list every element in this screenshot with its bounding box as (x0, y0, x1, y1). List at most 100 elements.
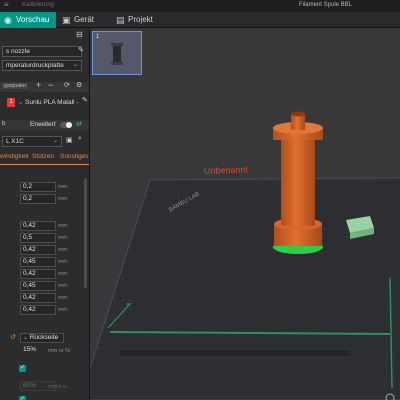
line-width-input[interactable]: 0,42 (20, 293, 56, 303)
plate-type-select[interactable]: mperaturdruckplatte ⌄ (2, 60, 82, 71)
edit-icon[interactable]: ✎ (82, 96, 88, 104)
unit-label: mm (58, 271, 68, 277)
sidebar-scrollbar[interactable] (84, 178, 87, 288)
window-title: Filament Spule BBL (298, 2, 352, 8)
line-width-value: 0,5 (23, 234, 33, 241)
infill-value: 15% (23, 346, 37, 353)
tab-speed[interactable]: windigkeit (0, 153, 29, 160)
unit-label: mm (58, 247, 68, 253)
advanced-toggle[interactable] (60, 122, 72, 128)
plate-title: Unbenannt (204, 164, 249, 176)
filament-slot-badge[interactable]: 1 (7, 98, 15, 107)
nozzle-select-value: s nozzle (6, 48, 30, 55)
settings-icon[interactable]: ⚙ (76, 81, 82, 89)
preview-icon: ◉ (4, 15, 12, 25)
calibration-hint: Kalibrierung (22, 2, 55, 8)
add-icon[interactable]: + (36, 80, 41, 90)
line-width-value: 0,42 (23, 246, 36, 253)
tab-device[interactable]: ▣ Gerät (58, 12, 104, 28)
title-bar: ≡ Kalibrierung Filament Spule BBL (0, 0, 400, 12)
filament-name[interactable]: Sunlu PLA Matall - (25, 99, 78, 111)
unit-label: mm (58, 184, 68, 190)
tab-project-label: Projekt (128, 15, 153, 24)
thumbnail-preview (111, 43, 123, 65)
filament-section-header: gsspulen + − ⟳ ⚙ (0, 80, 89, 92)
printer-process-value: L X1C (6, 138, 24, 145)
plate-thumbnail[interactable]: 1 (92, 31, 142, 75)
plate-scene: Unbenannt BAMBU LAB (90, 111, 400, 400)
line-width-value: 0,42 (23, 222, 36, 229)
line-width-value: 0,42 (23, 270, 36, 277)
thumbnail-spool-top (111, 43, 123, 46)
tab-preview-label: Vorschau (16, 15, 50, 24)
edit-icon[interactable]: ✎ (78, 46, 84, 54)
tab-preview[interactable]: ◉ Vorschau (0, 12, 56, 28)
speed-unit: mm/s o... (48, 384, 71, 390)
line-width-input[interactable]: 0,42 (20, 221, 56, 231)
spool-hole (291, 111, 305, 117)
thumbnail-spool (113, 44, 121, 64)
tab-others[interactable]: Sonstiges (60, 153, 89, 160)
spool-body[interactable] (281, 136, 315, 226)
unit-label: mm (58, 196, 68, 202)
app-window: ≡ Kalibrierung Filament Spule BBL ◉ Vors… (0, 0, 400, 400)
chevron-down-icon: ⌄ (72, 62, 78, 68)
sync-icon[interactable]: ⟳ (64, 81, 70, 89)
infill-unit: mm or % (48, 348, 70, 354)
speed-value: 60% (23, 382, 37, 389)
seam-position-select[interactable]: ⌄ Rückseite (20, 333, 64, 343)
chevron-down-icon[interactable]: ⌄ (18, 99, 23, 106)
line-width-input[interactable]: 0,42 (20, 269, 56, 279)
process-tabs: windigkeit Stützen Sonstiges (0, 153, 89, 164)
printer-process-select[interactable]: L X1C ⌄ (2, 136, 62, 147)
remove-icon[interactable]: − (48, 80, 53, 90)
process-label: b (2, 121, 6, 127)
line-width-input[interactable]: 0,5 (20, 233, 56, 243)
initial-layer-height-value: 0,2 (23, 195, 33, 202)
unit-label: mm (58, 259, 68, 265)
save-icon[interactable]: ▣ (66, 136, 73, 144)
3d-viewport[interactable]: Unbenannt BAMBU LAB 1 (90, 28, 400, 400)
collapse-icon[interactable]: ⊟ (76, 30, 83, 39)
reset-icon[interactable]: ↺ (10, 333, 16, 341)
line-width-input[interactable]: 0,42 (20, 245, 56, 255)
unit-label: mm (58, 307, 68, 313)
option-checkbox[interactable]: ✓ (19, 396, 26, 400)
compare-icon[interactable]: ⇄ (76, 120, 82, 128)
line-width-input[interactable]: 0,45 (20, 281, 56, 291)
plate-front-lip (120, 350, 350, 356)
unit-label: mm (58, 223, 68, 229)
tab-underline (0, 164, 89, 165)
search-icon[interactable]: ⌕ (78, 135, 82, 143)
line-width-value: 0,45 (23, 258, 36, 265)
plate-type-value: mperaturdruckplatte (6, 62, 64, 69)
tab-project[interactable]: ▤ Projekt (112, 12, 162, 28)
layer-height-value: 0,2 (23, 183, 33, 190)
menu-icon[interactable]: ≡ (4, 0, 9, 9)
tab-support[interactable]: Stützen (32, 153, 54, 160)
line-width-input[interactable]: 0,42 (20, 305, 56, 315)
tab-device-label: Gerät (74, 15, 95, 24)
filament-section-label: gsspulen (2, 83, 29, 89)
thumbnail-spool-base (111, 62, 123, 65)
chevron-down-icon: ⌄ (23, 335, 30, 341)
chevron-down-icon: ⌄ (52, 138, 58, 144)
line-width-value: 0,45 (23, 282, 36, 289)
line-width-value: 0,42 (23, 306, 36, 313)
option-checkbox[interactable]: ✓ (19, 365, 26, 372)
initial-layer-height-input[interactable]: 0,2 (20, 194, 56, 204)
project-icon: ▤ (116, 15, 125, 25)
unit-label: mm (58, 295, 68, 301)
layer-height-input[interactable]: 0,2 (20, 182, 56, 192)
device-icon: ▣ (62, 15, 71, 25)
plate-grid (90, 178, 400, 400)
advanced-label: Erweitert (30, 121, 56, 128)
settings-sidebar: ⊟ s nozzle ✎ mperaturdruckplatte ⌄ gsspu… (0, 28, 90, 400)
unit-label: mm (58, 235, 68, 241)
line-width-input[interactable]: 0,45 (20, 257, 56, 267)
nozzle-select[interactable]: s nozzle (2, 46, 82, 57)
unit-label: mm (58, 283, 68, 289)
process-section-header: b Erweitert ⇄ (0, 120, 89, 130)
line-width-value: 0,42 (23, 294, 36, 301)
seam-position-value: Rückseite (29, 334, 59, 341)
